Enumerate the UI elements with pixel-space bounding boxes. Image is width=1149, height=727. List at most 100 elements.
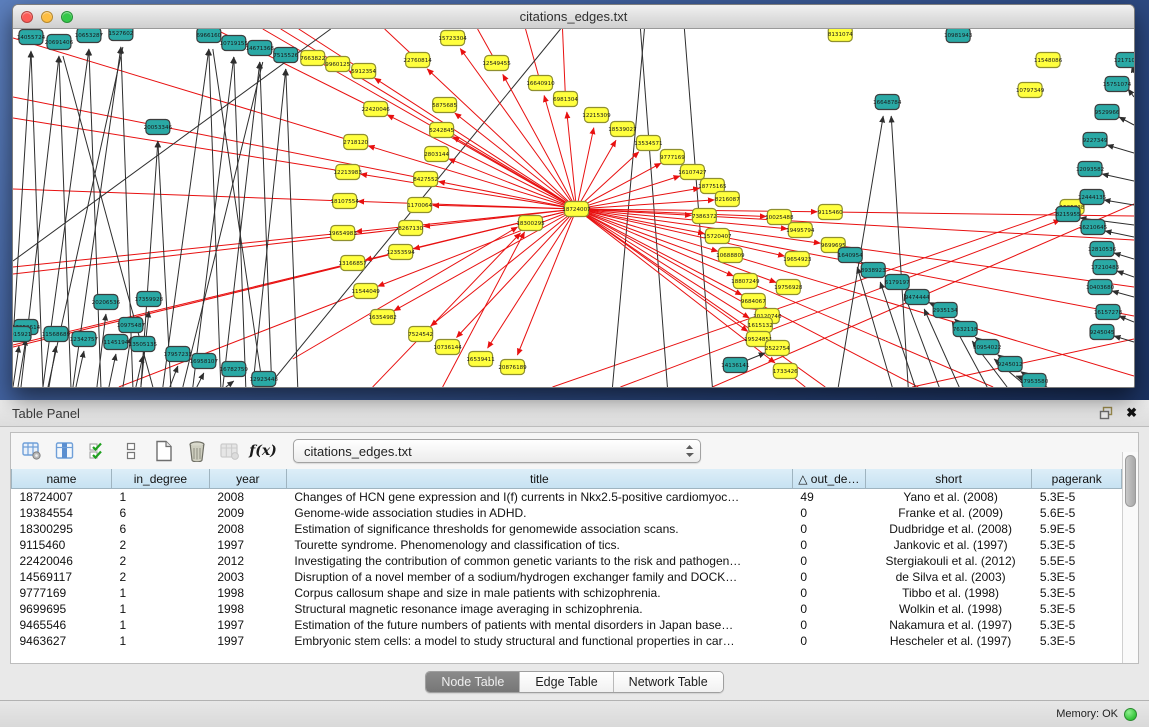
graph-node[interactable]: 1640954 bbox=[838, 248, 863, 263]
table-row[interactable]: 969969511998Structural magnetic resonanc… bbox=[12, 601, 1122, 617]
graph-node[interactable]: 18724007 bbox=[562, 202, 591, 217]
graph-node[interactable]: 12549455 bbox=[482, 56, 511, 71]
table-row[interactable]: 977716911998Corpus callosum shape and si… bbox=[12, 585, 1122, 601]
table-row[interactable]: 1872400712008Changes of HCN gene express… bbox=[12, 489, 1122, 506]
graph-node[interactable]: 19654923 bbox=[783, 252, 812, 267]
graph-node[interactable]: 12171074 bbox=[1114, 53, 1134, 68]
graph-node[interactable]: 1615132 bbox=[748, 318, 773, 333]
row-height-icon[interactable] bbox=[120, 440, 142, 462]
graph-node[interactable]: 18300295 bbox=[516, 216, 545, 231]
graph-node[interactable]: 5242845 bbox=[429, 123, 454, 138]
graph-node[interactable]: 16782759 bbox=[220, 362, 249, 377]
graph-node[interactable]: 14136141 bbox=[721, 358, 750, 373]
graph-node[interactable]: 22420046 bbox=[361, 102, 390, 117]
graph-node[interactable]: 10653287 bbox=[75, 29, 104, 43]
graph-node[interactable]: 12342757 bbox=[70, 332, 99, 347]
graph-node[interactable]: 2803144 bbox=[424, 147, 449, 162]
graph-node[interactable]: 11568689 bbox=[42, 327, 71, 342]
graph-node[interactable]: 9474444 bbox=[905, 290, 930, 305]
graph-node[interactable]: 8938923 bbox=[861, 263, 886, 278]
table-row[interactable]: 1830029562008Estimation of significance … bbox=[12, 521, 1122, 537]
delete-table-icon[interactable] bbox=[186, 440, 208, 462]
table-settings-icon[interactable] bbox=[21, 440, 43, 462]
graph-node[interactable]: 19654983 bbox=[329, 226, 358, 241]
column-header[interactable]: in_degree bbox=[111, 469, 209, 489]
graph-node[interactable]: 15751074 bbox=[1103, 77, 1132, 92]
graph-node[interactable]: 17953580 bbox=[1020, 374, 1049, 388]
graph-node[interactable]: 9115460 bbox=[818, 205, 843, 220]
graph-node[interactable]: 2935134 bbox=[933, 303, 958, 318]
graph-node[interactable]: 20691406 bbox=[45, 35, 74, 50]
new-table-icon[interactable] bbox=[153, 440, 175, 462]
graph-node[interactable]: 12810536 bbox=[1088, 242, 1117, 257]
network-window-titlebar[interactable]: citations_edges.txt bbox=[13, 5, 1134, 29]
tab-node-table[interactable]: Node Table bbox=[426, 672, 520, 692]
graph-node[interactable]: 3915921 bbox=[13, 327, 32, 342]
network-canvas[interactable]: 1405572420691406106532871527602696616010… bbox=[13, 29, 1134, 387]
graph-node[interactable]: 15723304 bbox=[438, 31, 467, 46]
graph-node[interactable]: 16157278 bbox=[1094, 305, 1123, 320]
table-row[interactable]: 911546021997Tourette syndrome. Phenomeno… bbox=[12, 537, 1122, 553]
column-header[interactable]: year bbox=[209, 469, 286, 489]
graph-node[interactable]: 8216087 bbox=[715, 192, 740, 207]
graph-node[interactable]: 9245012 bbox=[998, 357, 1023, 372]
table-row[interactable]: 1938455462009Genome-wide association stu… bbox=[12, 505, 1122, 521]
graph-node[interactable]: 9960125 bbox=[325, 57, 350, 72]
graph-node[interactable]: 1527602 bbox=[108, 29, 133, 41]
graph-node[interactable]: 12213983 bbox=[334, 165, 363, 180]
float-panel-icon[interactable] bbox=[1099, 406, 1114, 420]
graph-node[interactable]: 12093582 bbox=[1076, 162, 1104, 177]
table-row[interactable]: 2242004622012Investigating the contribut… bbox=[12, 553, 1122, 569]
graph-node[interactable]: 11548086 bbox=[1034, 53, 1063, 68]
graph-node[interactable]: 15720407 bbox=[703, 229, 732, 244]
graph-node[interactable]: 20876189 bbox=[498, 360, 527, 375]
graph-node[interactable]: 2522754 bbox=[765, 341, 790, 356]
graph-node[interactable]: 16539411 bbox=[466, 352, 495, 367]
graph-node[interactable]: 22760814 bbox=[403, 53, 432, 68]
graph-node[interactable]: 7632118 bbox=[953, 322, 978, 337]
graph-node[interactable]: 13166857 bbox=[339, 256, 368, 271]
graph-node[interactable]: 9245045 bbox=[1090, 325, 1115, 340]
graph-node[interactable]: 7524542 bbox=[408, 327, 433, 342]
graph-node[interactable]: 10403680 bbox=[1086, 280, 1115, 295]
graph-node[interactable]: 18807249 bbox=[731, 274, 760, 289]
graph-node[interactable]: 5875685 bbox=[432, 98, 457, 113]
graph-node[interactable]: 9227349 bbox=[1083, 133, 1108, 148]
function-builder-icon[interactable]: f(x) bbox=[252, 440, 274, 462]
select-column-icon[interactable] bbox=[54, 440, 76, 462]
zoom-window-button[interactable] bbox=[61, 11, 73, 23]
graph-node[interactable]: 7515526 bbox=[273, 48, 298, 63]
graph-node[interactable]: 18107554 bbox=[331, 194, 360, 209]
graph-node[interactable]: 10736144 bbox=[433, 340, 462, 355]
column-header[interactable]: pagerank bbox=[1032, 469, 1122, 489]
graph-node[interactable]: 19756928 bbox=[774, 280, 803, 295]
tab-edge-table[interactable]: Edge Table bbox=[520, 672, 613, 692]
graph-node[interactable]: 16210645 bbox=[1079, 220, 1108, 235]
column-header[interactable]: short bbox=[865, 469, 1032, 489]
graph-node[interactable]: 12444135 bbox=[1078, 190, 1107, 205]
graph-node[interactable]: 20206536 bbox=[92, 295, 121, 310]
select-rows-icon[interactable] bbox=[87, 440, 109, 462]
graph-node[interactable]: 16958107 bbox=[190, 354, 219, 369]
graph-node[interactable]: 6179197 bbox=[885, 275, 910, 290]
scrollbar-thumb[interactable] bbox=[1125, 455, 1136, 507]
graph-node[interactable]: 14055724 bbox=[17, 30, 46, 45]
graph-node[interactable]: 10797349 bbox=[1016, 83, 1045, 98]
graph-node[interactable]: 12353594 bbox=[386, 245, 415, 260]
column-header[interactable]: △ out_de… bbox=[792, 469, 865, 489]
tab-network-table[interactable]: Network Table bbox=[614, 672, 723, 692]
graph-node[interactable]: 1733426 bbox=[773, 364, 798, 379]
graph-node[interactable]: 19495794 bbox=[786, 223, 815, 238]
graph-node[interactable]: 16107427 bbox=[678, 165, 707, 180]
close-panel-icon[interactable]: ✖ bbox=[1126, 405, 1137, 421]
column-header[interactable]: name bbox=[12, 469, 112, 489]
graph-node[interactable]: 10975487 bbox=[117, 318, 146, 333]
graph-node[interactable]: 17210483 bbox=[1091, 260, 1120, 275]
graph-node[interactable]: 17359928 bbox=[135, 292, 164, 307]
table-scrollbar[interactable] bbox=[1122, 452, 1138, 663]
graph-node[interactable]: 16354982 bbox=[368, 310, 396, 325]
graph-node[interactable]: 8267130 bbox=[398, 221, 423, 236]
minimize-window-button[interactable] bbox=[41, 11, 53, 23]
graph-node[interactable]: 7663822 bbox=[300, 51, 325, 66]
graph-node[interactable]: 20053346 bbox=[144, 120, 173, 135]
